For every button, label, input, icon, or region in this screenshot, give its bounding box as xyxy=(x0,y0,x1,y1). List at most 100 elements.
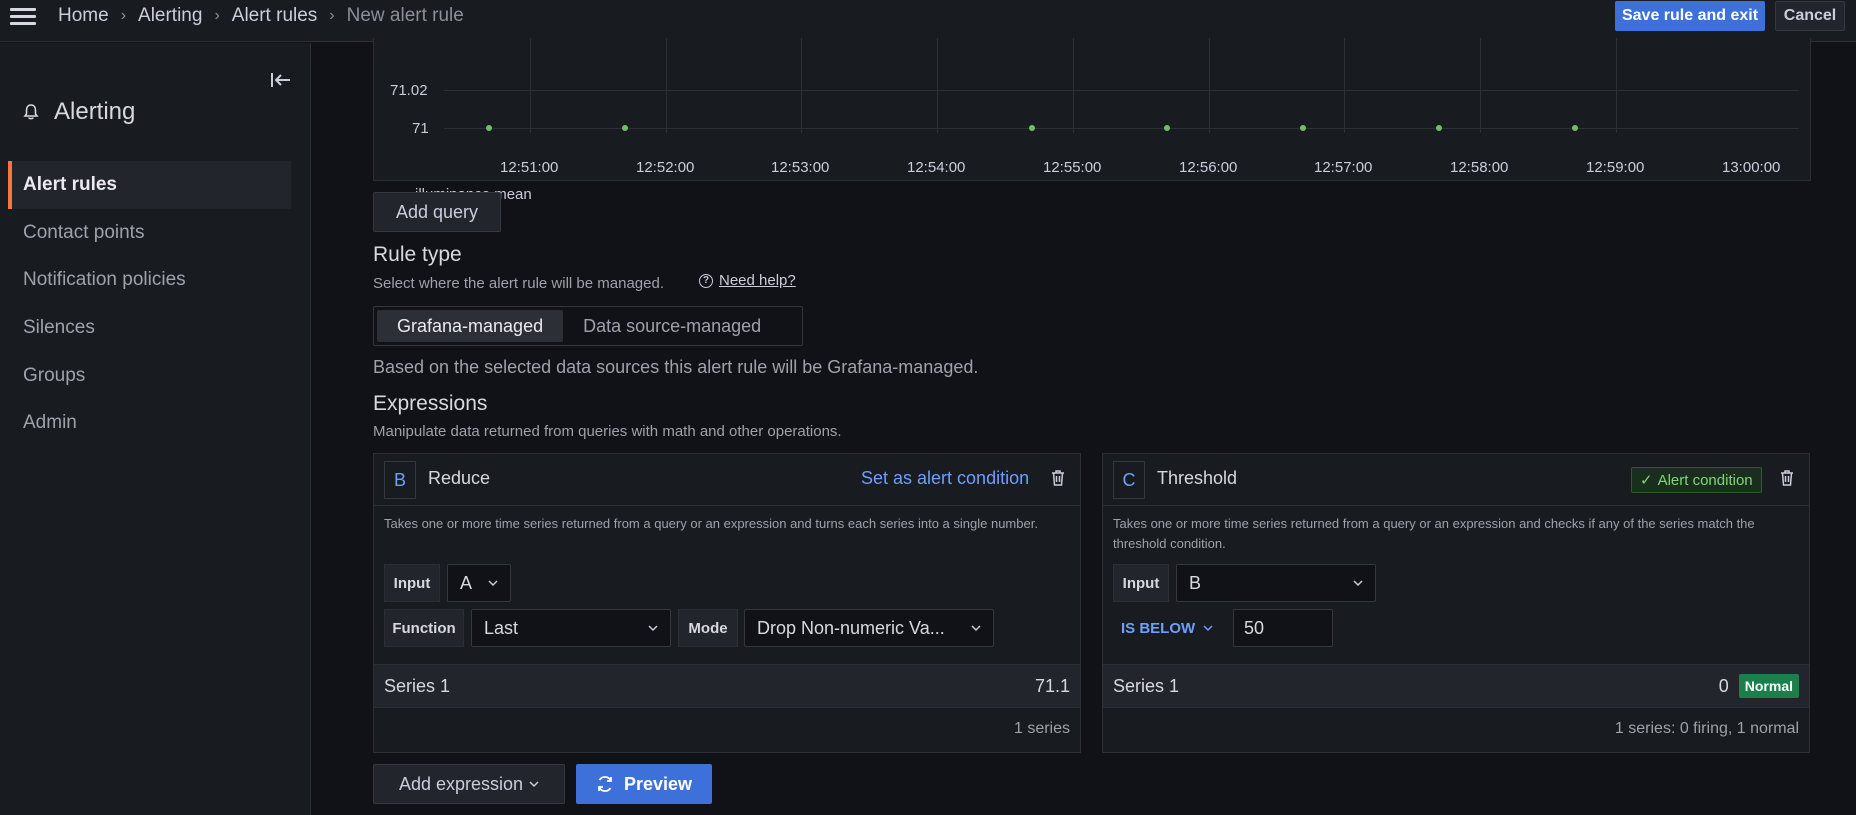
sidebar-item-label: Groups xyxy=(23,365,86,386)
sidebar-item-label: Alert rules xyxy=(23,174,117,195)
input-select[interactable]: A xyxy=(447,564,511,602)
need-help-label: Need help? xyxy=(719,272,796,289)
chevron-down-icon xyxy=(971,625,981,632)
preview-label: Preview xyxy=(623,773,693,794)
x-tick-label: 12:56:00 xyxy=(1179,159,1238,176)
x-tick-label: 12:57:00 xyxy=(1314,159,1373,176)
sidebar-item-alert-rules[interactable]: Alert rules xyxy=(8,161,291,209)
data-point xyxy=(1029,125,1035,131)
chevron-down-icon xyxy=(488,580,498,587)
mode-select-value: Drop Non-numeric Va... xyxy=(757,617,945,638)
sidebar-title-label: Alerting xyxy=(54,98,136,125)
input-label: Input xyxy=(384,564,440,602)
rule-type-description: Select where the alert rule will be mana… xyxy=(373,275,664,292)
trash-icon[interactable] xyxy=(1779,469,1795,487)
sidebar-item-label: Admin xyxy=(23,412,77,433)
result-row: Series 1 0 Normal xyxy=(1103,664,1809,708)
check-icon: ✓ xyxy=(1640,472,1653,489)
breadcrumb-separator-icon: › xyxy=(214,7,220,24)
x-tick-label: 12:53:00 xyxy=(771,159,830,176)
sidebar-item-notification-policies[interactable]: Notification policies xyxy=(8,256,291,304)
sidebar-item-groups[interactable]: Groups xyxy=(8,352,291,400)
x-tick-label: 13:00:00 xyxy=(1722,159,1781,176)
input-select[interactable]: B xyxy=(1176,564,1376,602)
grid-line xyxy=(801,38,802,133)
breadcrumb-alerting[interactable]: Alerting xyxy=(138,5,202,27)
alert-condition-label: Alert condition xyxy=(1657,471,1753,489)
x-tick-label: 12:58:00 xyxy=(1450,159,1509,176)
x-tick-label: 12:54:00 xyxy=(907,159,966,176)
card-header: C Threshold ✓ Alert condition xyxy=(1103,454,1809,506)
series-value: 71.1 xyxy=(1034,675,1070,696)
add-query-button[interactable]: Add query xyxy=(373,192,501,232)
rule-type-heading: Rule type xyxy=(373,243,462,266)
data-point xyxy=(1164,125,1170,131)
breadcrumb-separator-icon: › xyxy=(120,7,127,24)
grid-line xyxy=(1616,38,1617,133)
data-point xyxy=(1436,125,1442,131)
need-help-link[interactable]: ? Need help? xyxy=(699,272,796,289)
function-select[interactable]: Last xyxy=(471,609,671,647)
data-point xyxy=(622,125,628,131)
rule-type-info: Based on the selected data sources this … xyxy=(373,357,979,377)
menu-icon[interactable] xyxy=(10,6,36,28)
sidebar-item-admin[interactable]: Admin xyxy=(8,399,291,447)
expression-card-threshold: C Threshold ✓ Alert condition Takes one … xyxy=(1102,453,1810,753)
trash-icon[interactable] xyxy=(1050,469,1066,487)
grid-line xyxy=(530,38,531,133)
function-label: Function xyxy=(384,609,464,647)
breadcrumb-home[interactable]: Home xyxy=(58,5,109,27)
input-select-value: A xyxy=(460,572,473,593)
breadcrumb-alert-rules[interactable]: Alert rules xyxy=(232,5,318,27)
data-point xyxy=(1572,125,1578,131)
sidebar-item-silences[interactable]: Silences xyxy=(8,304,291,352)
sidebar: Alerting Alert rules Contact points Noti… xyxy=(0,43,311,815)
query-graph-panel: 71.02 71 12:51:00 12:52:00 12:53:00 12:5… xyxy=(373,38,1811,203)
grid-line xyxy=(1344,38,1345,133)
input-select-value: B xyxy=(1189,572,1202,593)
rule-type-selector: Grafana-managed Data source-managed xyxy=(373,306,803,346)
data-source-managed-option[interactable]: Data source-managed xyxy=(563,310,781,342)
bell-icon xyxy=(23,104,39,120)
result-value-group: 0 Normal xyxy=(1719,674,1799,698)
x-tick-label: 12:55:00 xyxy=(1043,159,1102,176)
chevron-down-icon xyxy=(529,781,539,788)
grid-line xyxy=(444,128,1799,129)
grid-line xyxy=(937,38,938,133)
data-point xyxy=(1300,125,1306,131)
breadcrumb: Home › Alerting › Alert rules › New aler… xyxy=(58,5,464,27)
ref-id[interactable]: C xyxy=(1113,461,1145,499)
series-value: 0 xyxy=(1718,675,1729,696)
grid-line xyxy=(666,38,667,133)
grid-line xyxy=(1209,38,1210,133)
data-point xyxy=(486,125,492,131)
function-select-value: Last xyxy=(484,617,519,638)
sidebar-item-label: Contact points xyxy=(23,222,145,243)
threshold-operator-value: IS BELOW xyxy=(1121,619,1196,637)
grafana-managed-option[interactable]: Grafana-managed xyxy=(377,310,564,342)
mode-select[interactable]: Drop Non-numeric Va... xyxy=(744,609,994,647)
ref-id[interactable]: B xyxy=(384,461,416,499)
threshold-operator-select[interactable]: IS BELOW xyxy=(1113,609,1221,647)
grid-line xyxy=(1073,38,1074,133)
status-badge: Normal xyxy=(1738,674,1799,698)
sidebar-title: Alerting xyxy=(22,98,135,126)
input-label: Input xyxy=(1113,564,1169,602)
expressions-heading: Expressions xyxy=(373,392,488,415)
sidebar-item-label: Silences xyxy=(23,317,95,338)
card-title: Reduce xyxy=(428,468,491,488)
add-expression-label: Add expression xyxy=(398,773,524,794)
series-count: 1 series xyxy=(1013,720,1070,737)
x-tick-label: 12:51:00 xyxy=(500,159,559,176)
alert-condition-badge: ✓ Alert condition xyxy=(1631,467,1762,493)
add-expression-button[interactable]: Add expression xyxy=(373,764,565,804)
y-tick-label: 71.02 xyxy=(390,82,428,99)
sidebar-item-contact-points[interactable]: Contact points xyxy=(8,209,291,257)
save-rule-and-exit-button[interactable]: Save rule and exit xyxy=(1615,1,1765,31)
threshold-value-input[interactable]: 50 xyxy=(1233,609,1333,647)
collapse-sidebar-icon[interactable] xyxy=(270,71,292,89)
preview-button[interactable]: Preview xyxy=(576,764,712,804)
set-as-alert-condition-link[interactable]: Set as alert condition xyxy=(861,468,1029,489)
expression-card-reduce: B Reduce Set as alert condition Takes on… xyxy=(373,453,1081,753)
cancel-button[interactable]: Cancel xyxy=(1775,1,1845,31)
